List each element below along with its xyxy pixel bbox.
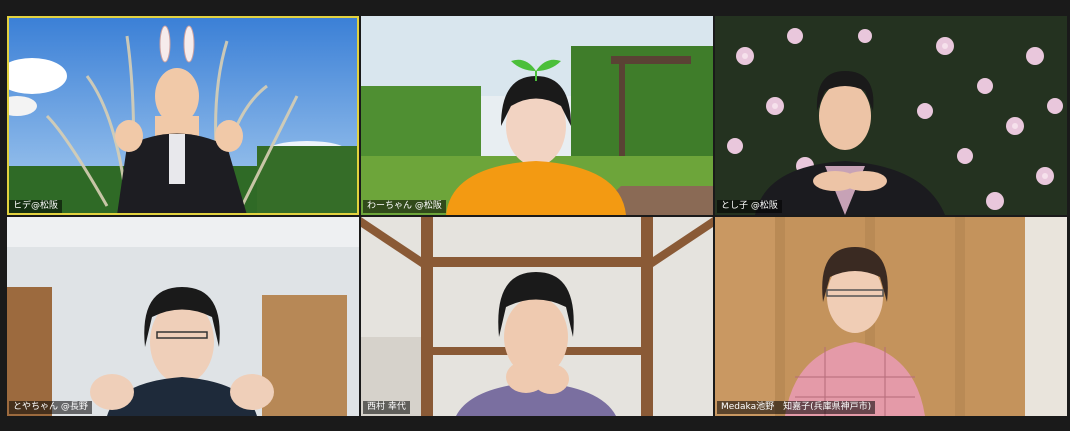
video-gallery: ヒデ@松阪 わーちゃん @松阪 とし子 @松阪 とやちゃん @長野 西村 幸代 …	[0, 0, 1070, 431]
video-tile-nishimura[interactable]: 西村 幸代	[361, 217, 713, 416]
video-feed	[715, 16, 1067, 215]
participant-name-label: わーちゃん @松阪	[363, 200, 446, 213]
video-feed	[7, 16, 359, 215]
video-tile-toshiko[interactable]: とし子 @松阪	[715, 16, 1067, 215]
video-tile-hide[interactable]: ヒデ@松阪	[7, 16, 359, 215]
video-feed	[715, 217, 1067, 416]
video-tile-waachan[interactable]: わーちゃん @松阪	[361, 16, 713, 215]
participant-name-label: Medaka池野 知嘉子(兵庫県神戸市)	[717, 401, 876, 414]
video-tile-ikeno[interactable]: Medaka池野 知嘉子(兵庫県神戸市)	[715, 217, 1067, 416]
participant-name-label: とし子 @松阪	[717, 200, 782, 213]
video-tile-toyachan[interactable]: とやちゃん @長野	[7, 217, 359, 416]
video-feed	[7, 217, 359, 416]
participant-name-label: とやちゃん @長野	[9, 401, 92, 414]
video-feed	[361, 16, 713, 215]
participant-name-label: ヒデ@松阪	[9, 200, 63, 213]
participant-name-label: 西村 幸代	[363, 401, 410, 414]
video-feed	[361, 217, 713, 416]
